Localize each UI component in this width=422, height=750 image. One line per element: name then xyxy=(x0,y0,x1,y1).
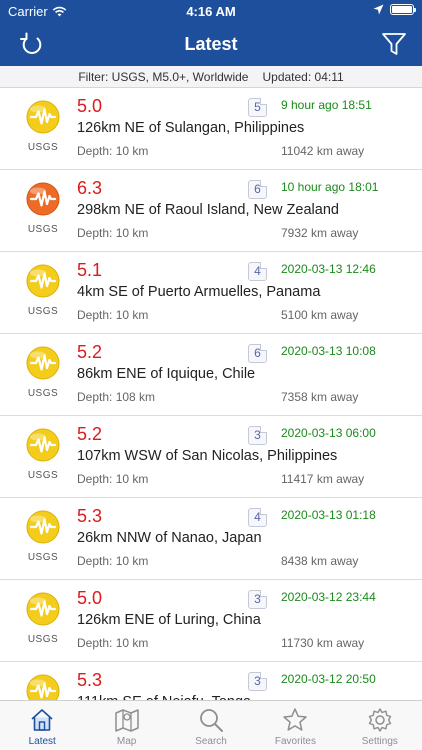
quake-badge-icon xyxy=(26,100,60,134)
quake-time: 2020-03-12 23:44 xyxy=(281,590,376,604)
filter-icon[interactable] xyxy=(380,30,408,58)
tab-bar: Latest Map Search Favorites Settings xyxy=(0,700,422,750)
filter-text: Filter: USGS, M5.0+, Worldwide xyxy=(78,70,249,84)
quake-badge-icon xyxy=(26,182,60,216)
magnitude: 5.2 xyxy=(77,424,103,444)
distance-text: 8438 km away xyxy=(281,554,359,568)
location-name: 298km NE of Raoul Island, New Zealand xyxy=(77,202,339,218)
source-label: USGS xyxy=(27,306,59,317)
quake-badge-icon xyxy=(26,428,60,462)
distance-text: 11417 km away xyxy=(281,472,365,486)
gear-icon xyxy=(368,708,392,732)
quake-time: 2020-03-13 10:08 xyxy=(281,344,376,358)
tab-search[interactable]: Search xyxy=(169,701,253,750)
location-name: 4km SE of Puerto Armuelles, Panama xyxy=(77,284,321,300)
depth-text: Depth: 10 km xyxy=(77,308,149,322)
quake-time: 2020-03-13 06:00 xyxy=(281,426,376,440)
tab-settings[interactable]: Settings xyxy=(338,701,422,750)
distance-text: 7932 km away xyxy=(281,226,359,240)
magnitude: 5.0 xyxy=(77,96,103,116)
source-label: USGS xyxy=(27,142,59,153)
quake-badge-icon xyxy=(26,264,60,298)
page-title: Latest xyxy=(184,34,238,54)
location-name: 107km WSW of San Nicolas, Philippines xyxy=(77,448,338,464)
tab-latest[interactable]: Latest xyxy=(0,701,84,750)
depth-text: Depth: 10 km xyxy=(77,144,149,158)
distance-text: 7358 km away xyxy=(281,390,359,404)
tab-label: Settings xyxy=(361,736,398,747)
tab-label: Favorites xyxy=(274,736,316,747)
quake-badge-icon xyxy=(26,510,60,544)
depth-text: Depth: 10 km xyxy=(77,472,149,486)
depth-text: Depth: 108 km xyxy=(77,390,156,404)
depth-text: Depth: 10 km xyxy=(77,636,149,650)
source-label: USGS xyxy=(27,470,59,481)
nav-bar: Latest xyxy=(0,22,422,66)
quake-time: 9 hour ago 18:51 xyxy=(281,98,372,112)
report-count-badge: 5 xyxy=(248,98,267,117)
magnitude: 5.1 xyxy=(77,260,103,280)
clock: 4:16 AM xyxy=(186,4,236,19)
quake-row[interactable]: USGS 5.3 26km NNW of Nanao, Japan Depth: 10… xyxy=(0,498,422,580)
location-name: 126km NE of Sulangan, Philippines xyxy=(77,120,305,136)
depth-text: Depth: 10 km xyxy=(77,226,149,240)
distance-text: 11730 km away xyxy=(281,636,365,650)
magnitude: 5.2 xyxy=(77,342,103,362)
quake-time: 2020-03-13 01:18 xyxy=(281,508,376,522)
distance-text: 11042 km away xyxy=(281,144,365,158)
quake-row[interactable]: USGS 5.0 126km NE of Sulangan, Philippines… xyxy=(0,88,422,170)
filter-summary: Filter: USGS, M5.0+, Worldwide Updated: 0… xyxy=(0,66,422,88)
map-icon xyxy=(114,709,139,732)
depth-text: Depth: 10 km xyxy=(77,554,149,568)
updated-text: Updated: 04:11 xyxy=(262,70,344,84)
quake-row[interactable]: USGS5.3111km SE of Neiafu, Tonga32020-03… xyxy=(0,662,422,700)
quake-time: 2020-03-13 12:46 xyxy=(281,262,376,276)
magnitude: 5.3 xyxy=(77,506,103,526)
quake-time: 2020-03-12 20:50 xyxy=(281,672,376,686)
tab-map[interactable]: Map xyxy=(84,701,168,750)
source-label: USGS xyxy=(27,552,59,563)
star-icon xyxy=(283,708,308,731)
status-right xyxy=(373,4,416,15)
location-arrow-icon xyxy=(373,4,384,15)
report-count-badge: 4 xyxy=(248,262,267,281)
quake-row[interactable]: USGS 6.3 298km NE of Raoul Island, New Zea… xyxy=(0,170,422,252)
home-icon xyxy=(31,709,53,731)
quake-badge-icon xyxy=(26,592,60,626)
search-icon xyxy=(200,709,224,732)
quake-row[interactable]: USGS 5.2 107km WSW of San Nicolas, Philipp… xyxy=(0,416,422,498)
location-name: 86km ENE of Iquique, Chile xyxy=(77,366,256,382)
report-count-badge: 3 xyxy=(248,590,267,609)
location-name: 26km NNW of Nanao, Japan xyxy=(77,530,262,546)
source-label: USGS xyxy=(27,634,59,645)
tab-favorites[interactable]: Favorites xyxy=(253,701,337,750)
distance-text: 5100 km away xyxy=(281,308,359,322)
source-label: USGS xyxy=(27,224,59,235)
quake-badge-icon xyxy=(26,346,60,380)
magnitude: 5.0 xyxy=(77,588,103,608)
quake-row[interactable]: USGS 5.0 126km ENE of Luring, China Depth: … xyxy=(0,580,422,662)
quake-row[interactable]: USGS 5.2 86km ENE of Iquique, Chile Depth: … xyxy=(0,334,422,416)
report-count-badge: 3 xyxy=(248,672,267,691)
battery-icon xyxy=(390,4,416,15)
quake-badge-icon xyxy=(26,674,60,700)
report-count-badge: 3 xyxy=(248,426,267,445)
report-count-badge: 6 xyxy=(248,180,267,199)
quake-list[interactable]: USGS 5.0 126km NE of Sulangan, Philippines… xyxy=(0,88,422,700)
quake-row[interactable]: USGS 5.1 4km SE of Puerto Armuelles, Panam… xyxy=(0,252,422,334)
report-count-badge: 6 xyxy=(248,344,267,363)
magnitude: 6.3 xyxy=(77,178,103,198)
tab-label: Map xyxy=(116,736,137,747)
tab-label: Search xyxy=(195,736,227,747)
location-name: 126km ENE of Luring, China xyxy=(77,612,261,628)
status-bar: Carrier 4:16 AM xyxy=(0,0,422,22)
magnitude: 5.3 xyxy=(77,670,103,690)
report-count-badge: 4 xyxy=(248,508,267,527)
tab-label: Latest xyxy=(28,736,56,747)
source-label: USGS xyxy=(27,388,59,399)
quake-time: 10 hour ago 18:01 xyxy=(281,180,379,194)
